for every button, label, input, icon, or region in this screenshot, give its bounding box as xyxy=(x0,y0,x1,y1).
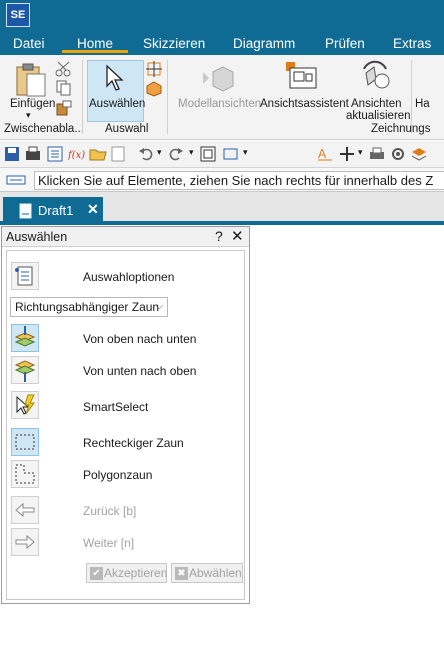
title-bar: SE xyxy=(0,0,444,33)
clipboard-group-label: Zwischenabla... xyxy=(4,123,84,135)
properties-icon[interactable] xyxy=(47,146,63,162)
active-tab-underline xyxy=(62,50,128,53)
selection-options-label[interactable]: Auswahloptionen xyxy=(83,270,174,284)
top-down-icon[interactable] xyxy=(11,324,39,352)
help-icon[interactable]: ? xyxy=(215,228,223,244)
paste-icon[interactable] xyxy=(13,62,49,98)
arrow-cursor-icon xyxy=(104,64,126,92)
update-views-label-1[interactable]: Ansichten xyxy=(351,98,402,110)
forward-label[interactable]: Weiter [n] xyxy=(83,536,134,550)
rectangular-fence-icon[interactable] xyxy=(11,428,39,456)
paste-dropdown-icon[interactable]: ▾ xyxy=(26,110,31,121)
zoom-dropdown-icon[interactable]: ▾ xyxy=(243,147,248,158)
save-icon[interactable] xyxy=(4,146,20,162)
zoom-area-icon[interactable] xyxy=(222,146,240,162)
checkmark-icon: ✔ xyxy=(90,567,103,581)
selection-group-label: Auswahl xyxy=(105,123,149,135)
snap-point-icon[interactable] xyxy=(146,61,162,77)
app-logo[interactable]: SE xyxy=(6,3,30,27)
svg-text:f(x): f(x) xyxy=(68,150,85,161)
fence-mode-value: Richtungsabhängiger Zaun xyxy=(15,300,160,314)
ribbon-separator xyxy=(167,60,168,134)
model-views-icon[interactable] xyxy=(201,64,235,94)
panel-header: Auswählen ? ✕ xyxy=(2,227,249,247)
redo-icon[interactable] xyxy=(168,146,184,162)
close-panel-icon[interactable]: ✕ xyxy=(231,227,244,245)
document-tab-label: Draft1 xyxy=(38,203,74,218)
x-icon: ✖ xyxy=(175,567,188,581)
smartselect-icon[interactable] xyxy=(11,391,39,419)
redo-dropdown-icon[interactable]: ▾ xyxy=(189,147,194,158)
paste-label[interactable]: Einfügen xyxy=(10,98,55,110)
update-views-label-2[interactable]: aktualisieren xyxy=(346,110,411,122)
pan-dropdown-icon[interactable]: ▾ xyxy=(358,147,363,158)
layers-icon[interactable] xyxy=(411,146,427,162)
forward-arrow-icon[interactable] xyxy=(11,528,39,556)
panel-title: Auswählen xyxy=(6,230,68,244)
chevron-down-icon: ⌵ xyxy=(155,301,163,312)
model-views-label[interactable]: Modellansichten xyxy=(178,98,261,110)
menu-extras[interactable]: Extras xyxy=(393,36,431,51)
top-down-label[interactable]: Von oben nach unten xyxy=(83,332,196,346)
command-bar-icon[interactable] xyxy=(6,174,26,186)
menu-pruefen[interactable]: Prüfen xyxy=(325,36,365,51)
format-painter-icon[interactable] xyxy=(55,100,73,117)
document-tab[interactable]: Draft1 ✕ xyxy=(3,197,103,225)
cut-icon[interactable] xyxy=(55,61,73,77)
command-prompt: Klicken Sie auf Elemente, ziehen Sie nac… xyxy=(34,171,444,190)
polygon-fence-label[interactable]: Polygonzaun xyxy=(83,468,152,482)
menu-home[interactable]: Home xyxy=(77,36,113,51)
view-wizard-icon[interactable] xyxy=(284,60,318,94)
undo-dropdown-icon[interactable]: ▾ xyxy=(157,147,162,158)
ribbon-separator xyxy=(82,60,83,134)
accept-label: Akzeptieren xyxy=(104,566,168,580)
open-folder-icon[interactable] xyxy=(89,146,107,162)
rectangular-fence-label[interactable]: Rechteckiger Zaun xyxy=(83,436,184,450)
back-arrow-icon[interactable] xyxy=(11,496,39,524)
copy-icon[interactable] xyxy=(55,80,73,96)
fit-view-icon[interactable] xyxy=(200,146,216,162)
select-3d-icon[interactable] xyxy=(146,81,162,97)
selection-options-icon[interactable] xyxy=(11,262,39,290)
pan-icon[interactable] xyxy=(339,146,355,162)
settings-icon[interactable] xyxy=(390,146,406,162)
select-tool-label[interactable]: Auswählen xyxy=(89,98,145,110)
variables-icon[interactable]: f(x) xyxy=(67,146,86,162)
print-icon[interactable] xyxy=(369,146,385,162)
svg-text:A: A xyxy=(318,147,327,161)
menu-diagramm[interactable]: Diagramm xyxy=(233,36,295,51)
draft-document-icon xyxy=(18,203,34,219)
polygon-fence-icon[interactable] xyxy=(11,460,39,488)
fence-mode-select[interactable]: Richtungsabhängiger Zaun ⌵ xyxy=(10,297,168,317)
bottom-up-label[interactable]: Von unten nach oben xyxy=(83,364,196,378)
close-tab-icon[interactable]: ✕ xyxy=(87,201,99,218)
view-wizard-label[interactable]: Ansichtsassistent xyxy=(260,98,349,110)
deselect-label: Abwählen xyxy=(189,566,242,580)
update-views-icon[interactable] xyxy=(358,59,392,93)
menu-datei[interactable]: Datei xyxy=(13,36,45,51)
accept-button[interactable]: ✔ Akzeptieren xyxy=(86,563,167,583)
print-preview-icon[interactable] xyxy=(24,146,42,162)
back-label[interactable]: Zurück [b] xyxy=(83,504,136,518)
new-document-icon[interactable] xyxy=(111,146,125,162)
deselect-button[interactable]: ✖ Abwählen xyxy=(171,563,243,583)
drawing-views-group-label: Zeichnungs xyxy=(371,123,431,135)
ribbon-item-partial[interactable]: Ha xyxy=(415,98,430,110)
bottom-up-icon[interactable] xyxy=(11,356,39,384)
text-style-icon[interactable]: A xyxy=(317,146,333,162)
menu-skizzieren[interactable]: Skizzieren xyxy=(143,36,205,51)
smartselect-label[interactable]: SmartSelect xyxy=(83,400,148,414)
undo-icon[interactable] xyxy=(138,146,154,162)
